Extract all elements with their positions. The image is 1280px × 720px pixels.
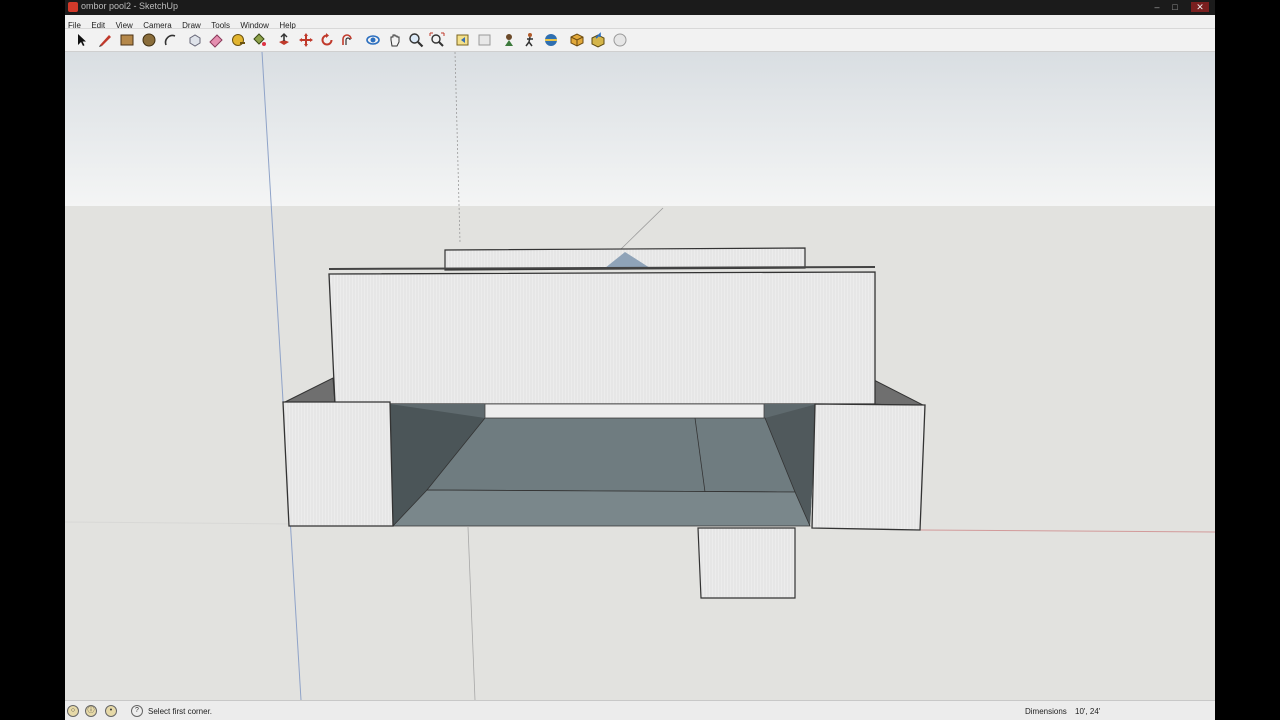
- paint-bucket-icon[interactable]: [251, 32, 267, 48]
- walk-icon[interactable]: [522, 32, 538, 48]
- move-icon[interactable]: [298, 32, 314, 48]
- status-message: Select first corner.: [148, 707, 213, 716]
- user-icon[interactable]: •: [105, 705, 117, 717]
- title-bar: ombor pool2 - SketchUp – □ ✕: [65, 0, 1215, 15]
- rectangle-icon[interactable]: [119, 32, 135, 48]
- circle-icon[interactable]: [141, 32, 157, 48]
- dimensions-label: Dimensions: [1025, 707, 1067, 716]
- instructor-help-icon[interactable]: ?: [131, 705, 143, 717]
- tape-measure-icon[interactable]: [230, 32, 246, 48]
- zoom-icon[interactable]: [408, 32, 424, 48]
- drain-block: [697, 527, 796, 599]
- pan-icon[interactable]: [387, 32, 403, 48]
- scene-drawing: [65, 52, 1215, 700]
- maximize-button[interactable]: □: [1169, 2, 1181, 12]
- credits-icon[interactable]: ⓘ: [85, 705, 97, 717]
- pit-floor: [426, 417, 796, 493]
- get-models-icon[interactable]: [569, 32, 585, 48]
- minimize-button[interactable]: –: [1151, 2, 1163, 12]
- sky: [65, 52, 1215, 206]
- next-view-icon[interactable]: [476, 32, 492, 48]
- position-camera-icon[interactable]: [501, 32, 517, 48]
- previous-view-icon[interactable]: [455, 32, 471, 48]
- close-button[interactable]: ✕: [1191, 2, 1209, 12]
- left-block: [282, 401, 394, 527]
- select-icon[interactable]: [73, 32, 89, 48]
- front-wall: [328, 271, 876, 405]
- make-component-icon[interactable]: [187, 32, 203, 48]
- look-around-icon[interactable]: [543, 32, 559, 48]
- pit-step: [392, 489, 811, 527]
- back-ledge: [484, 403, 765, 419]
- pencil-icon[interactable]: [97, 32, 113, 48]
- geolocation-icon[interactable]: ○: [67, 705, 79, 717]
- window-title: ombor pool2 - SketchUp: [81, 1, 179, 11]
- offset-icon[interactable]: [340, 32, 356, 48]
- sketchup-app-icon: [68, 2, 78, 12]
- sketchup-window: ombor pool2 - SketchUp – □ ✕ File Edit V…: [65, 0, 1215, 720]
- status-bar: ○ ⓘ • ? Select first corner. Dimensions …: [65, 700, 1215, 720]
- rotate-icon[interactable]: [319, 32, 335, 48]
- right-block: [811, 403, 926, 531]
- eraser-icon[interactable]: [208, 32, 224, 48]
- arc-icon[interactable]: [162, 32, 178, 48]
- dimensions-value-box[interactable]: 10', 24': [1075, 707, 1100, 716]
- menu-bar: File Edit View Camera Draw Tools Window …: [65, 15, 1215, 30]
- 3d-viewport[interactable]: [65, 52, 1215, 700]
- main-toolbar: [65, 29, 1215, 52]
- orbit-icon[interactable]: [365, 32, 381, 48]
- zoom-extents-icon[interactable]: [429, 32, 445, 48]
- extension-icon[interactable]: [612, 32, 628, 48]
- push-pull-icon[interactable]: [276, 32, 292, 48]
- share-model-icon[interactable]: [590, 32, 606, 48]
